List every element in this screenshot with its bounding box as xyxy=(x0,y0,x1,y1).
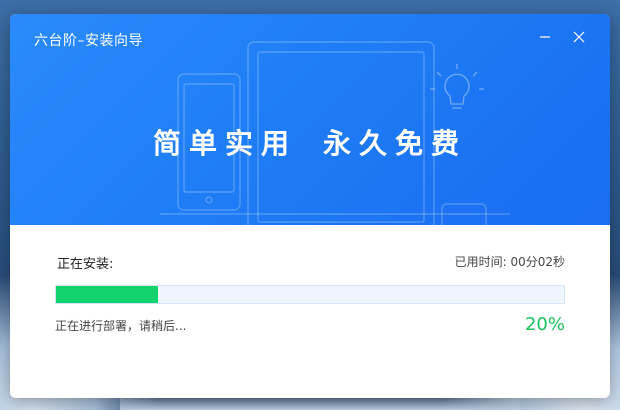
slogan-simple-practical: 简单实用 xyxy=(152,127,297,160)
install-status-label: 正在安装: xyxy=(57,257,114,272)
install-status-message: 正在进行部署，请稍后... xyxy=(55,319,187,333)
elapsed-time: 已用时间: 00分02秒 xyxy=(454,255,565,269)
header-banner[interactable]: 六台阶–安装向导 简单实用 永久免费 xyxy=(10,14,610,225)
install-progress-panel: 正在安装: 已用时间: 00分02秒 正在进行部署，请稍后... 20% xyxy=(10,225,610,398)
progress-bar-fill xyxy=(56,286,158,303)
progress-percent: 20% xyxy=(524,314,565,335)
lightbulb-icon xyxy=(430,64,484,109)
minimize-button[interactable] xyxy=(534,26,556,48)
banner-slogan: 简单实用 永久免费 xyxy=(10,122,610,162)
close-button[interactable] xyxy=(568,26,590,48)
minimize-icon xyxy=(540,36,550,38)
close-icon xyxy=(573,31,585,43)
progress-bar xyxy=(55,285,565,304)
slogan-free-forever: 永久免费 xyxy=(323,127,468,160)
installer-window: 六台阶–安装向导 简单实用 永久免费 正在安装: 已用时间: 00分02秒 正在进… xyxy=(10,14,610,398)
window-title: 六台阶–安装向导 xyxy=(34,33,143,49)
